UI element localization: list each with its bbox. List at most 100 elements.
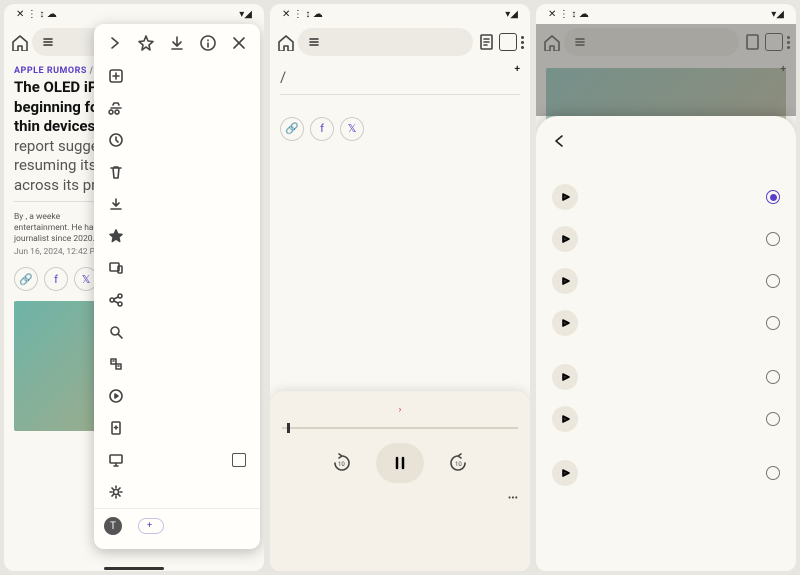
- play-icon[interactable]: [552, 310, 578, 336]
- radio[interactable]: [766, 232, 780, 246]
- player-more-icon[interactable]: •••: [508, 493, 518, 504]
- forward-10-button[interactable]: 10: [444, 449, 472, 477]
- voice-item-lake[interactable]: [550, 452, 782, 494]
- download-icon[interactable]: [168, 34, 186, 52]
- radio[interactable]: [766, 466, 780, 480]
- menu-desktop-site[interactable]: [94, 444, 260, 476]
- monitor-icon: [108, 452, 124, 468]
- pause-button[interactable]: [376, 443, 424, 483]
- status-bar: ✕ ⋮ ↕ ☁ ▾◢: [270, 4, 530, 24]
- menu-recent-tabs[interactable]: [94, 252, 260, 284]
- wifi-icon: ▾◢: [771, 9, 784, 20]
- status-icons: ✕ ⋮ ↕ ☁: [16, 9, 57, 20]
- url-bar[interactable]: [298, 28, 473, 56]
- menu-clear-data[interactable]: [94, 156, 260, 188]
- voice-item-cloud[interactable]: [550, 356, 782, 398]
- reader-icon[interactable]: [477, 33, 495, 51]
- close-icon[interactable]: [230, 34, 248, 52]
- scrim-overlay[interactable]: [536, 24, 796, 116]
- menu-add-home[interactable]: [94, 412, 260, 444]
- play-circle-icon: [108, 388, 124, 404]
- tune-icon: [308, 36, 320, 48]
- svg-text:10: 10: [455, 461, 462, 468]
- status-icons: ✕ ⋮ ↕ ☁: [548, 9, 589, 20]
- site-menu-button[interactable]: +: [512, 64, 521, 75]
- tab-count[interactable]: [499, 33, 517, 51]
- play-icon[interactable]: [552, 364, 578, 390]
- site-menu-button[interactable]: +: [778, 64, 787, 75]
- menu-history[interactable]: [94, 124, 260, 156]
- translate-icon: [108, 356, 124, 372]
- status-bar: ✕ ⋮ ↕ ☁ ▾◢: [536, 4, 796, 24]
- menu-incognito[interactable]: [94, 92, 260, 124]
- menu-share[interactable]: [94, 284, 260, 316]
- phone-plus-icon: [108, 420, 124, 436]
- comments-count[interactable]: [380, 124, 384, 134]
- headline: /: [270, 66, 530, 90]
- share-bar: 🔗 f 𝕏: [270, 113, 530, 145]
- home-icon[interactable]: [276, 33, 294, 51]
- voice-item-river[interactable]: [550, 218, 782, 260]
- nav-gesture-bar: [4, 566, 264, 571]
- link-icon[interactable]: 🔗: [280, 117, 304, 141]
- twitter-icon[interactable]: 𝕏: [340, 117, 364, 141]
- play-icon[interactable]: [552, 268, 578, 294]
- menu-site-chip[interactable]: T +: [94, 508, 260, 543]
- browser-overflow-menu: T +: [94, 24, 260, 549]
- menu-downloads[interactable]: [94, 188, 260, 220]
- radio[interactable]: [766, 274, 780, 288]
- player-source[interactable]: ›: [282, 405, 518, 415]
- follow-button[interactable]: +: [138, 518, 164, 534]
- menu-settings[interactable]: [94, 476, 260, 508]
- status-icons: ✕ ⋮ ↕ ☁: [282, 9, 323, 20]
- incognito-icon: [108, 100, 124, 116]
- play-icon[interactable]: [552, 406, 578, 432]
- byline: [270, 99, 530, 107]
- menu-find[interactable]: [94, 316, 260, 348]
- wifi-icon: ▾◢: [239, 9, 252, 20]
- wifi-icon: ▾◢: [505, 9, 518, 20]
- svg-text:10: 10: [338, 461, 345, 468]
- menu-bookmarks[interactable]: [94, 220, 260, 252]
- radio[interactable]: [766, 316, 780, 330]
- browser-toolbar: [270, 24, 530, 60]
- menu-translate[interactable]: [94, 348, 260, 380]
- voice-item-ruby[interactable]: [550, 176, 782, 218]
- voice-item-field[interactable]: [550, 260, 782, 302]
- menu-listen[interactable]: [94, 380, 260, 412]
- play-icon[interactable]: [552, 460, 578, 486]
- radio[interactable]: [766, 370, 780, 384]
- menu-new-tab[interactable]: [94, 60, 260, 92]
- home-icon[interactable]: [10, 33, 28, 51]
- play-icon[interactable]: [552, 226, 578, 252]
- share-icon: [108, 292, 124, 308]
- search-icon: [108, 324, 124, 340]
- scrubber[interactable]: [282, 427, 518, 429]
- phone-2: ✕ ⋮ ↕ ☁ ▾◢ + / 🔗 f 𝕏 ›: [270, 4, 530, 571]
- radio[interactable]: [766, 412, 780, 426]
- tune-icon: [42, 36, 54, 48]
- voice-item-moss[interactable]: [550, 302, 782, 344]
- voice-item-dale[interactable]: [550, 398, 782, 440]
- info-icon[interactable]: [199, 34, 217, 52]
- plus-box-icon: [108, 68, 124, 84]
- desktop-site-checkbox[interactable]: [232, 453, 246, 467]
- facebook-icon[interactable]: f: [44, 267, 68, 291]
- forward-icon[interactable]: [106, 34, 124, 52]
- trash-icon: [108, 164, 124, 180]
- voice-sheet: [536, 116, 796, 571]
- link-icon[interactable]: 🔗: [14, 267, 38, 291]
- devices-icon: [108, 260, 124, 276]
- back-icon[interactable]: [550, 132, 568, 150]
- play-icon[interactable]: [552, 184, 578, 210]
- phone-3: ✕ ⋮ ↕ ☁ ▾◢ +: [536, 4, 796, 571]
- facebook-icon[interactable]: f: [310, 117, 334, 141]
- overflow-icon[interactable]: [521, 36, 524, 49]
- site-avatar: T: [104, 517, 122, 535]
- radio-selected[interactable]: [766, 190, 780, 204]
- rewind-10-button[interactable]: 10: [328, 449, 356, 477]
- audio-player: › 10 10 •••: [270, 391, 530, 571]
- history-icon: [108, 132, 124, 148]
- phone-1: ✕ ⋮ ↕ ☁ ▾◢ APPLE RUMORS / … The OLED iPa…: [4, 4, 264, 571]
- star-icon[interactable]: [137, 34, 155, 52]
